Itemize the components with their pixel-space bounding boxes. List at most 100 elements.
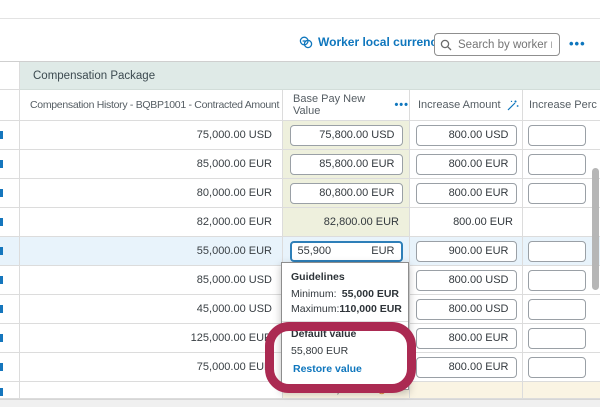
- increase-amount-input[interactable]: 900.00 EUR: [416, 241, 517, 262]
- clipped-link-fragment[interactable]: [0, 160, 3, 168]
- increase-percent-cell: [523, 353, 600, 382]
- increase-percent-summary-cell: [523, 382, 600, 399]
- clipped-cell: [0, 121, 20, 150]
- compensation-grid-screen: Worker local currency ••• Compensation P…: [0, 0, 600, 407]
- contracted-amount-cell: 55,000.00 EUR: [20, 237, 283, 266]
- increase-percent-input[interactable]: [528, 357, 586, 378]
- increase-amount-cell: 900.00 EUR: [410, 237, 523, 266]
- table-footer-strip: [0, 399, 600, 407]
- clipped-cell: [0, 353, 20, 382]
- clipped-link-fragment[interactable]: [0, 218, 3, 226]
- default-value: 55,800 EUR: [291, 345, 399, 357]
- increase-amount-input[interactable]: 800.00 USD: [416, 270, 517, 291]
- clipped-link-fragment[interactable]: [0, 363, 3, 371]
- increase-percent-input[interactable]: [528, 270, 586, 291]
- increase-percent-input[interactable]: [528, 328, 586, 349]
- increase-amount-input[interactable]: 800.00 EUR: [416, 154, 517, 175]
- increase-amount-cell: 800.00 EUR: [410, 353, 523, 382]
- contracted-amount-cell: 85,000.00 EUR: [20, 150, 283, 179]
- increase-amount-cell: 800.00 USD: [410, 295, 523, 324]
- search-input[interactable]: [456, 38, 554, 52]
- base-pay-input[interactable]: 80,800.00 EUR: [290, 183, 403, 204]
- increase-percent-input[interactable]: [528, 241, 586, 262]
- clipped-link-fragment[interactable]: [0, 189, 3, 197]
- increase-percent-input[interactable]: [528, 183, 586, 204]
- table-row: 75,000.00 USD 75,800.00 USD 800.00 USD: [0, 121, 600, 150]
- base-pay-currency-suffix: EUR: [371, 245, 394, 257]
- increase-percent-cell: [523, 208, 600, 237]
- clipped-link-fragment[interactable]: [0, 247, 3, 255]
- clipped-link-fragment[interactable]: [0, 388, 3, 396]
- increase-amount-input[interactable]: 800.00 USD: [416, 125, 517, 146]
- popover-divider: [282, 321, 408, 322]
- worker-search-box[interactable]: [434, 33, 560, 56]
- increase-percent-cell: [523, 150, 600, 179]
- increase-amount-input[interactable]: 800.00 EUR: [416, 183, 517, 204]
- group-header-row: Compensation Package: [0, 62, 600, 90]
- contracted-amount-cell: [20, 382, 283, 399]
- contracted-amount-cell: 45,000.00 USD: [20, 295, 283, 324]
- base-pay-input[interactable]: 85,800.00 EUR: [290, 154, 403, 175]
- increase-amount-input[interactable]: 800.00 EUR: [416, 357, 517, 378]
- increase-percent-cell: [523, 324, 600, 353]
- increase-amount-cell: 800.00 USD: [410, 121, 523, 150]
- clipped-cell: [0, 237, 20, 266]
- base-pay-cell-readonly: 82,800.00 EUR: [283, 208, 410, 237]
- column-header-base-pay-new-value[interactable]: Base Pay New Value •••: [283, 90, 410, 121]
- increase-amount-input[interactable]: 800.00 USD: [416, 299, 517, 320]
- column-header-increase-amount[interactable]: Increase Amount: [410, 90, 523, 121]
- clipped-left-column-header: [0, 90, 20, 121]
- clipped-link-fragment[interactable]: [0, 131, 3, 139]
- restore-value-link[interactable]: Restore value: [293, 363, 399, 375]
- contracted-amount-cell: 85,000.00 USD: [20, 266, 283, 295]
- increase-amount-input[interactable]: 800.00 EUR: [416, 328, 517, 349]
- increase-percent-cell: [523, 179, 600, 208]
- clipped-link-fragment[interactable]: [0, 334, 3, 342]
- increase-percent-cell: [523, 266, 600, 295]
- toolbar-overflow-menu-button[interactable]: •••: [569, 36, 586, 51]
- clipped-link-fragment[interactable]: [0, 305, 3, 313]
- increase-percent-cell: [523, 237, 600, 266]
- clipped-cell: [0, 266, 20, 295]
- clipped-cell: [0, 179, 20, 208]
- clipped-cell: [0, 324, 20, 353]
- base-pay-cell: 80,800.00 EUR: [283, 179, 410, 208]
- increase-amount-cell-readonly: 800.00 EUR: [410, 208, 523, 237]
- base-pay-value: 82,800.00 EUR: [286, 216, 406, 228]
- vertical-scrollbar-thumb[interactable]: [592, 168, 599, 290]
- base-pay-column-menu-icon[interactable]: •••: [394, 99, 409, 111]
- column-header-contracted-amount[interactable]: Compensation History - BQBP1001 - Contra…: [20, 90, 283, 121]
- base-pay-input-focused[interactable]: 55,900 EUR: [290, 241, 403, 262]
- guidelines-popover: Guidelines Minimum: 55,000 EUR Maximum: …: [281, 262, 409, 390]
- clipped-link-fragment[interactable]: [0, 276, 3, 284]
- clipped-left-column: [0, 62, 20, 90]
- increase-percent-input[interactable]: [528, 299, 586, 320]
- magic-wand-icon[interactable]: [506, 99, 519, 112]
- toolbar-divider: [0, 18, 600, 19]
- guideline-minimum: Minimum: 55,000 EUR: [291, 288, 399, 300]
- base-pay-cell: 75,800.00 USD: [283, 121, 410, 150]
- clipped-cell: [0, 295, 20, 324]
- column-header-increase-percent[interactable]: Increase Perc: [523, 90, 600, 121]
- increase-percent-input[interactable]: [528, 154, 586, 175]
- increase-percent-cell: [523, 295, 600, 324]
- contracted-amount-cell: 75,000.00 USD: [20, 121, 283, 150]
- base-pay-input[interactable]: 75,800.00 USD: [290, 125, 403, 146]
- default-value-title: Default value: [291, 328, 399, 340]
- clipped-cell: [0, 150, 20, 179]
- increase-amount-header-label: Increase Amount: [418, 99, 501, 111]
- increase-percent-input[interactable]: [528, 125, 586, 146]
- increase-percent-cell: [523, 121, 600, 150]
- base-pay-edited-value: 55,900: [298, 245, 332, 257]
- maximum-label: Maximum:: [291, 303, 339, 315]
- increase-amount-value: 800.00 EUR: [412, 216, 520, 228]
- group-header-compensation-package: Compensation Package: [20, 62, 600, 90]
- minimum-value: 55,000 EUR: [342, 288, 399, 300]
- table-row: 80,000.00 EUR 80,800.00 EUR 800.00 EUR: [0, 179, 600, 208]
- table-row: 82,000.00 EUR 82,800.00 EUR 800.00 EUR: [0, 208, 600, 237]
- contracted-amount-cell: 82,000.00 EUR: [20, 208, 283, 237]
- increase-amount-summary-cell: [410, 382, 523, 399]
- search-icon: [440, 39, 452, 51]
- contracted-amount-cell: 125,000.00 EUR: [20, 324, 283, 353]
- table-row: 85,000.00 EUR 85,800.00 EUR 800.00 EUR: [0, 150, 600, 179]
